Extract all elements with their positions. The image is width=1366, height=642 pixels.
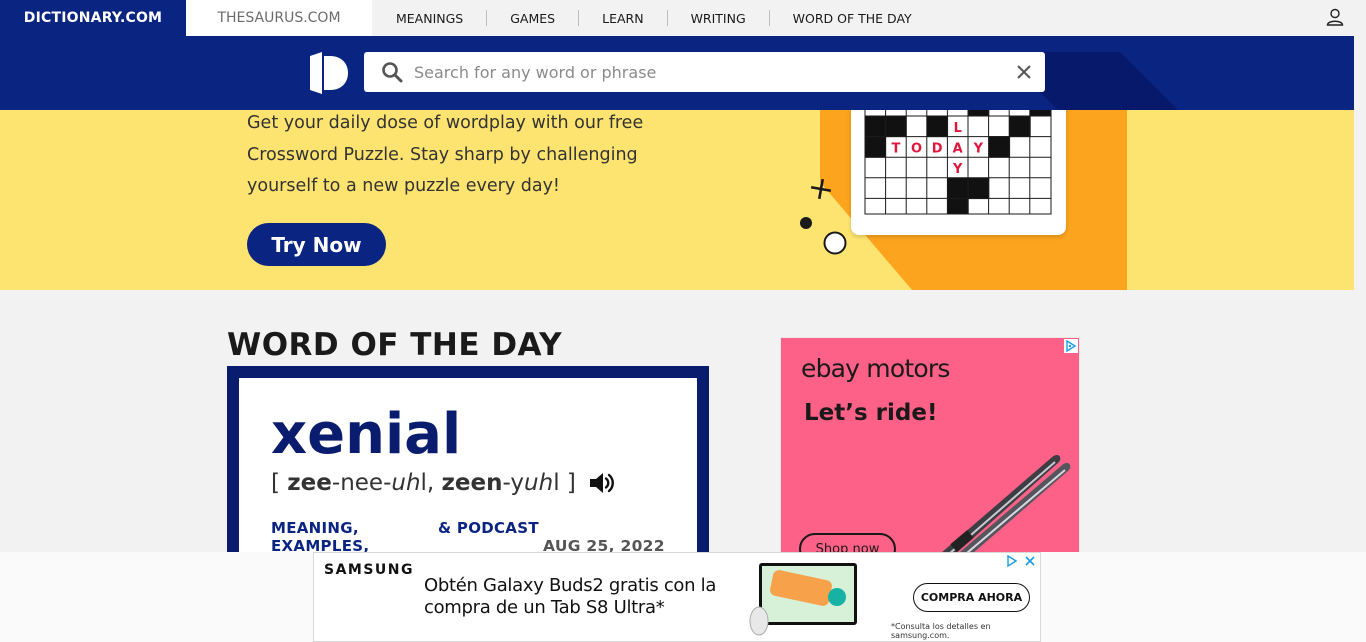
- nav-links: MEANINGS GAMES LEARN WRITING WORD OF THE…: [373, 10, 935, 26]
- top-nav: DICTIONARY.COM THESAURUS.COM MEANINGS GA…: [0, 0, 1354, 36]
- search-bar: [364, 52, 1045, 92]
- pron-schwa: uh: [391, 470, 421, 496]
- banner-text: Get your daily dose of wordplay with our…: [247, 113, 644, 196]
- nav-link-learn[interactable]: LEARN: [579, 10, 668, 26]
- pronunciation: [ zee -nee- uh l, zeen -y uh l ]: [271, 470, 616, 496]
- pron-schwa: uh: [524, 470, 554, 496]
- samsung-logo: SAMSUNG: [324, 562, 415, 578]
- ebay-ad[interactable]: ebay motors Let’s ride! Shop now: [780, 337, 1080, 587]
- crossword-letter: T: [891, 142, 900, 157]
- ebay-tagline: Let’s ride!: [804, 400, 938, 426]
- close-icon[interactable]: [1013, 61, 1035, 83]
- crossword-letter: Y: [952, 162, 963, 177]
- nav-link-word-of-the-day[interactable]: WORD OF THE DAY: [770, 10, 935, 26]
- try-now-button[interactable]: Try Now: [247, 223, 386, 266]
- pron-syllable: -nee-: [331, 470, 392, 496]
- tab-dictionary[interactable]: DICTIONARY.COM: [0, 0, 186, 36]
- nav-link-meanings[interactable]: MEANINGS: [373, 10, 488, 26]
- search-input[interactable]: [414, 62, 994, 82]
- pron-bracket: [: [271, 470, 288, 496]
- crossword-illustration: L T O D A Y Y: [851, 110, 1066, 235]
- header: [0, 36, 1354, 110]
- meaning-link[interactable]: MEANING,: [271, 519, 359, 537]
- circle-icon: [823, 231, 847, 255]
- nav-link-writing[interactable]: WRITING: [668, 10, 770, 26]
- samsung-ad-text: Obtén Galaxy Buds2 gratis con la compra …: [424, 575, 717, 618]
- ebay-logo: ebay motors: [801, 354, 950, 383]
- crossword-letter: A: [953, 142, 963, 157]
- adchoices-icon[interactable]: [1064, 339, 1078, 353]
- pron-syllable: l,: [420, 470, 442, 496]
- crossword-banner: Get your daily dose of wordplay with our…: [0, 110, 1354, 290]
- crossword-letter: D: [932, 142, 943, 157]
- pron-syllable: -y: [502, 470, 525, 496]
- crossword-letter: O: [911, 142, 922, 157]
- dictionary-logo-icon[interactable]: [308, 52, 348, 94]
- skis-icon: [941, 455, 1071, 558]
- section-title: WORD OF THE DAY: [227, 327, 563, 363]
- pron-stress: zeen: [441, 470, 503, 496]
- pron-bracket: ]: [559, 470, 576, 496]
- tab-thesaurus[interactable]: THESAURUS.COM: [186, 0, 372, 36]
- samsung-ad[interactable]: SAMSUNG Obtén Galaxy Buds2 gratis con la…: [313, 552, 1041, 642]
- search-icon[interactable]: [381, 61, 403, 83]
- crossword-letter: Y: [973, 142, 984, 157]
- banner-right-strip: [1127, 110, 1354, 290]
- nav-link-games[interactable]: GAMES: [487, 10, 580, 26]
- crossword-grid: L T O D A Y Y: [864, 110, 1052, 215]
- buy-now-button[interactable]: COMPRA AHORA: [913, 583, 1030, 612]
- adchoices-icon[interactable]: [1006, 555, 1018, 567]
- crossword-letter: L: [954, 121, 962, 136]
- ad-controls: [1006, 555, 1036, 567]
- close-icon[interactable]: [1024, 555, 1036, 567]
- wotd-word[interactable]: xenial: [271, 402, 461, 467]
- dot-icon: [800, 217, 812, 229]
- podcast-link[interactable]: & PODCAST: [438, 519, 539, 537]
- samsung-ad-note: *Consulta los detalles en samsung.com.: [891, 622, 991, 640]
- tablet-image: [749, 563, 857, 636]
- speaker-icon[interactable]: [588, 470, 616, 496]
- user-icon[interactable]: [1326, 8, 1344, 26]
- pron-stress: zee: [287, 470, 332, 496]
- plus-icon: [810, 178, 832, 200]
